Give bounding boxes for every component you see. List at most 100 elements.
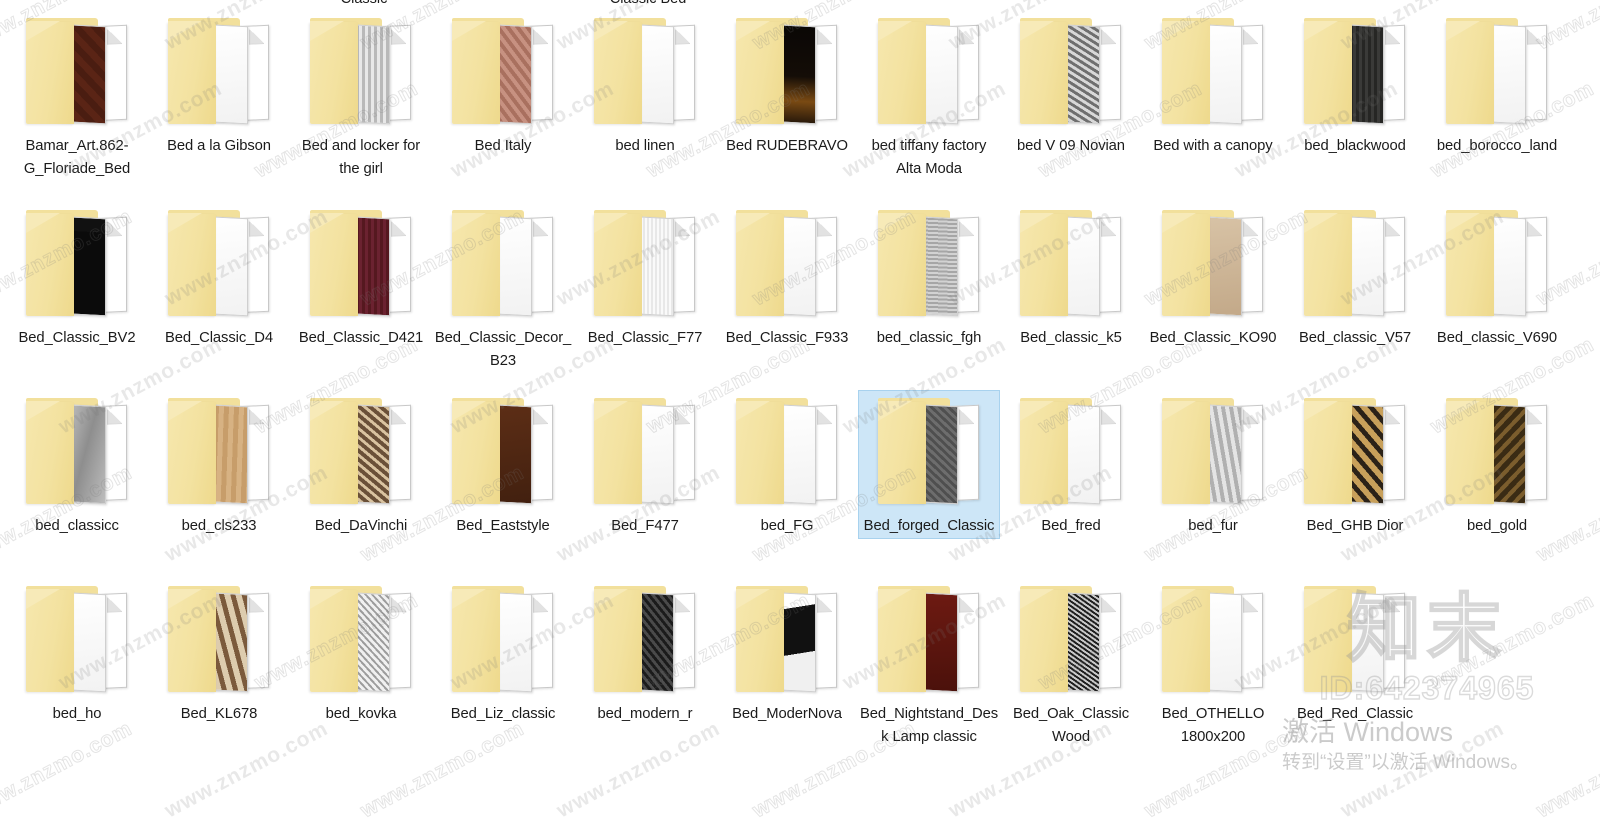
folder-item[interactable]: bed_classicc: [6, 390, 148, 538]
folder-icon[interactable]: [1294, 16, 1416, 128]
folder-item[interactable]: bed_modern_r: [574, 578, 716, 726]
folder-item[interactable]: Bamar_Art.862-G_Floriade_Bed: [6, 10, 148, 180]
folder-icon[interactable]: [300, 208, 422, 320]
folder-icon[interactable]: [584, 396, 706, 508]
folder-icon[interactable]: [1294, 584, 1416, 696]
folder-icon[interactable]: [442, 584, 564, 696]
folder-label: bed_modern_r: [597, 706, 693, 722]
folder-flap-icon: [1162, 21, 1196, 41]
folder-flap-icon: [1020, 589, 1054, 609]
folder-icon[interactable]: [16, 396, 138, 508]
folder-item[interactable]: bed_blackwood: [1284, 10, 1426, 158]
folder-item[interactable]: Bed_ModerNova: [716, 578, 858, 726]
folder-flap-icon: [1446, 401, 1480, 421]
folder-icon[interactable]: [868, 16, 990, 128]
folder-item[interactable]: Bed_Classic_Decor_B23: [432, 202, 574, 372]
folder-item[interactable]: Bed and locker for the girl: [290, 10, 432, 180]
folder-item[interactable]: bed_cls233: [148, 390, 290, 538]
folder-icon[interactable]: [1294, 396, 1416, 508]
folder-flap-icon: [168, 401, 202, 421]
folder-item[interactable]: Bed Italy: [432, 10, 574, 158]
folder-icon[interactable]: [1010, 396, 1132, 508]
folder-flap-icon: [594, 21, 628, 41]
folder-icon[interactable]: [584, 208, 706, 320]
folder-icon[interactable]: [584, 16, 706, 128]
folder-label: Bed_Classic_D421: [298, 330, 424, 346]
folder-icon[interactable]: [158, 396, 280, 508]
folder-item[interactable]: Bed_Classic_D421: [290, 202, 432, 350]
folder-icon[interactable]: [726, 16, 848, 128]
folder-item[interactable]: Bed_Nightstand_Desk Lamp classic: [858, 578, 1000, 748]
folder-icon[interactable]: [442, 16, 564, 128]
folder-flap-icon: [310, 589, 344, 609]
folder-icon[interactable]: [726, 584, 848, 696]
folder-label: bed_classic_fgh: [876, 330, 982, 346]
folder-icon[interactable]: [868, 396, 990, 508]
folder-icon[interactable]: [1010, 584, 1132, 696]
grid-row: bed_classicc bed_cls233 Bed_DaVinchi Bed_Ea…: [0, 390, 1600, 578]
folder-item[interactable]: Bed_classic_k5: [1000, 202, 1142, 350]
folder-icon[interactable]: [16, 16, 138, 128]
folder-item-selected[interactable]: Bed_forged_Classic: [858, 390, 1000, 539]
folder-item[interactable]: bed_gold: [1426, 390, 1568, 538]
folder-icon[interactable]: [300, 584, 422, 696]
folder-flap-icon: [1162, 213, 1196, 233]
folder-item[interactable]: bed_classic_fgh: [858, 202, 1000, 350]
folder-item[interactable]: Bed_classic_V690: [1426, 202, 1568, 350]
folder-icon[interactable]: [158, 584, 280, 696]
folder-icon[interactable]: [16, 584, 138, 696]
folder-item[interactable]: Bed_GHB Dior: [1284, 390, 1426, 538]
folder-item[interactable]: Bed_Classic_F77: [574, 202, 716, 350]
folder-item[interactable]: Bed_DaVinchi: [290, 390, 432, 538]
folder-icon[interactable]: [868, 584, 990, 696]
folder-item[interactable]: Bed_F477: [574, 390, 716, 538]
folder-icon[interactable]: [158, 208, 280, 320]
folder-item[interactable]: Bed_Liz_classic: [432, 578, 574, 726]
folder-flap-icon: [1162, 589, 1196, 609]
folder-icon[interactable]: [300, 396, 422, 508]
folder-icon[interactable]: [1152, 208, 1274, 320]
folder-item[interactable]: Bed_Classic_D4: [148, 202, 290, 350]
folder-item[interactable]: bed_kovka: [290, 578, 432, 726]
folder-icon[interactable]: [1010, 208, 1132, 320]
folder-item[interactable]: bed V 09 Novian: [1000, 10, 1142, 158]
folder-item[interactable]: Bed with a canopy: [1142, 10, 1284, 158]
folder-item[interactable]: Bed_Eaststyle: [432, 390, 574, 538]
folder-item[interactable]: bed linen: [574, 10, 716, 158]
folder-item[interactable]: bed tiffany factory Alta Moda: [858, 10, 1000, 180]
folder-icon[interactable]: [16, 208, 138, 320]
folder-item[interactable]: bed_borocco_land: [1426, 10, 1568, 158]
folder-label: Bed_Liz_classic: [450, 706, 556, 722]
folder-icon[interactable]: [726, 208, 848, 320]
folder-item[interactable]: Bed_Red_Classic: [1284, 578, 1426, 726]
folder-item[interactable]: Bed_OTHELLO 1800x200: [1142, 578, 1284, 748]
folder-item[interactable]: bed_fur: [1142, 390, 1284, 538]
folder-icon[interactable]: [1152, 16, 1274, 128]
folder-flap-icon: [878, 401, 912, 421]
folder-icon[interactable]: [1294, 208, 1416, 320]
folder-item[interactable]: Bed_fred: [1000, 390, 1142, 538]
folder-icon[interactable]: [1436, 208, 1558, 320]
folder-item[interactable]: Bed_classic_V57: [1284, 202, 1426, 350]
folder-icon[interactable]: [868, 208, 990, 320]
folder-item[interactable]: Bed_KL678: [148, 578, 290, 726]
folder-icon[interactable]: [1152, 584, 1274, 696]
folder-icon[interactable]: [300, 16, 422, 128]
folder-item[interactable]: Bed_Classic_BV2: [6, 202, 148, 350]
folder-icon[interactable]: [442, 396, 564, 508]
folder-icon[interactable]: [158, 16, 280, 128]
folder-item[interactable]: bed_FG: [716, 390, 858, 538]
folder-icon[interactable]: [1152, 396, 1274, 508]
folder-item[interactable]: Bed_Classic_F933: [716, 202, 858, 350]
folder-icon[interactable]: [1436, 396, 1558, 508]
folder-item[interactable]: Bed_Oak_Classic Wood: [1000, 578, 1142, 748]
folder-item[interactable]: bed_ho: [6, 578, 148, 726]
folder-item[interactable]: Bed RUDEBRAVO: [716, 10, 858, 158]
folder-icon[interactable]: [584, 584, 706, 696]
folder-item[interactable]: Bed a la Gibson: [148, 10, 290, 158]
folder-icon[interactable]: [726, 396, 848, 508]
folder-icon[interactable]: [442, 208, 564, 320]
folder-icon[interactable]: [1010, 16, 1132, 128]
folder-icon[interactable]: [1436, 16, 1558, 128]
folder-item[interactable]: Bed_Classic_KO90: [1142, 202, 1284, 350]
